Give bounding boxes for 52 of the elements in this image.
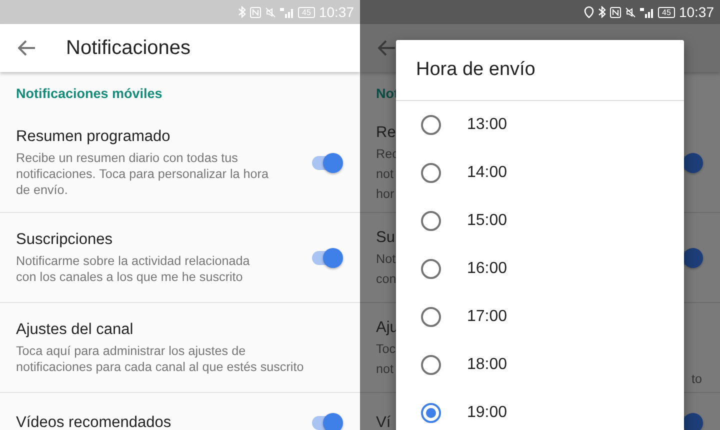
nfc-icon: [250, 6, 262, 18]
nfc-icon: [610, 6, 622, 18]
setting-title: Ajustes del canal: [16, 320, 134, 338]
battery-level: 45: [658, 6, 675, 18]
location-icon: [584, 6, 594, 18]
setting-title: Suscripciones: [16, 230, 112, 248]
mute-icon: [265, 6, 276, 18]
setting-description: not: [376, 360, 394, 376]
clock-time: 10:37: [678, 4, 714, 20]
setting-title: Vídeos recomendados: [16, 414, 172, 430]
time-option: 19:00: [467, 404, 508, 422]
setting-description: Recibe un resumen diario con todas tus notificaciones. Toca para personalizar la hora de envío.: [16, 150, 270, 198]
radio-button[interactable]: [421, 259, 441, 279]
setting-description: Toc: [376, 340, 396, 356]
setting-description: not: [376, 166, 394, 182]
back-arrow-icon: [378, 40, 396, 56]
time-option: 17:00: [467, 308, 508, 326]
setting-description: con: [376, 270, 396, 286]
bluetooth-icon: [598, 6, 606, 18]
time-option: 16:00: [467, 260, 508, 278]
back-arrow-icon[interactable]: [18, 40, 36, 56]
dialog-title: Hora de envío: [396, 40, 684, 101]
settings-row[interactable]: Suscripciones Notificarme sobre la actividad relacionada con los canales a los que me he suscrito: [0, 213, 360, 303]
time-option: 13:00: [467, 116, 508, 134]
radio-button[interactable]: [421, 355, 441, 375]
time-option: 15:00: [467, 212, 508, 230]
toggle-switch[interactable]: [312, 250, 342, 264]
settings-row[interactable]: Vídeos recomendados: [0, 393, 360, 430]
setting-description: to: [691, 372, 702, 386]
radio-button[interactable]: [421, 307, 441, 327]
time-option: 14:00: [467, 164, 508, 182]
section-header: Notificaciones móviles: [15, 84, 164, 102]
setting-title: Su: [376, 228, 395, 246]
mute-icon: [625, 6, 636, 18]
radio-button[interactable]: [421, 211, 441, 231]
setting-description: Toca aquí para administrar los ajustes de notificaciones para cada canal al que estés suscrito: [16, 342, 305, 374]
toggle-switch[interactable]: [312, 416, 342, 430]
bluetooth-icon: [238, 6, 246, 18]
setting-title: Resumen programado: [16, 128, 170, 146]
setting-description: Notificarme sobre la actividad relacionada con los canales a los que me he suscrito: [16, 252, 251, 284]
time-option: 18:00: [467, 356, 508, 374]
setting-title: Ví: [376, 414, 391, 430]
radio-button[interactable]: [421, 403, 441, 423]
signal-icon: [280, 6, 294, 18]
setting-description: Not: [376, 250, 396, 266]
toggle-switch[interactable]: [312, 156, 342, 170]
radio-button[interactable]: [421, 163, 441, 183]
radio-button[interactable]: [421, 115, 441, 135]
screen-title: Notificaciones: [66, 36, 191, 60]
signal-icon: [640, 6, 654, 18]
setting-title: Re: [376, 124, 396, 142]
setting-description: hor: [376, 186, 394, 202]
